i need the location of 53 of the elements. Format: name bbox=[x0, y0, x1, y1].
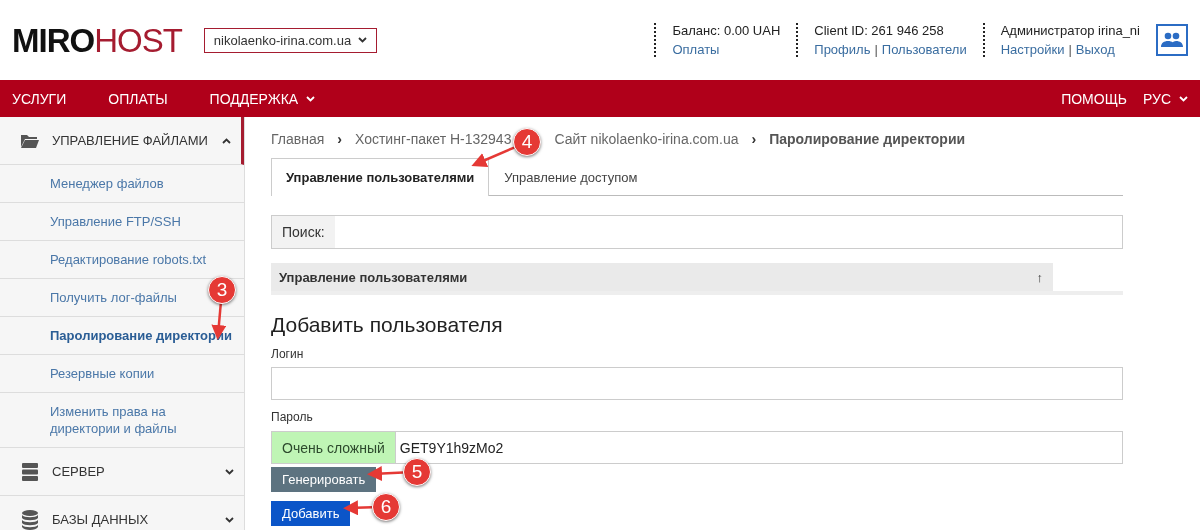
generate-button[interactable]: Генерировать bbox=[271, 467, 377, 492]
header-link[interactable]: Пользователи bbox=[881, 42, 967, 57]
sidebar-item[interactable]: Управление FTP/SSH bbox=[0, 203, 244, 241]
header-link[interactable]: Настройки bbox=[1000, 42, 1065, 57]
header-link[interactable]: Оплаты bbox=[672, 42, 720, 57]
step-badge: 4 bbox=[513, 128, 541, 156]
password-field[interactable]: GET9Y1h9zMo2 bbox=[395, 431, 1123, 464]
strength-indicator: Очень сложный bbox=[271, 431, 396, 464]
caret-icon bbox=[225, 516, 234, 523]
link-separator: | bbox=[874, 42, 878, 57]
breadcrumb-link[interactable]: Главная bbox=[271, 131, 325, 147]
header-link[interactable]: Профиль bbox=[814, 42, 871, 57]
header-link[interactable]: Выход bbox=[1075, 42, 1115, 57]
account-info-text: Администратор irina_ni bbox=[1000, 23, 1140, 38]
pointer-arrow bbox=[343, 500, 373, 516]
account-info-text: Client ID: 261 946 258 bbox=[814, 23, 945, 38]
tab[interactable]: Управление пользователями bbox=[271, 158, 490, 196]
step-badge: 5 bbox=[403, 458, 431, 486]
sidebar-item[interactable]: Резервные копии bbox=[0, 355, 244, 393]
breadcrumb-separator: › bbox=[751, 131, 757, 147]
add-button[interactable]: Добавить bbox=[271, 501, 351, 526]
account-info-text: Баланс: 0.00 UAH bbox=[672, 23, 781, 38]
pointer-arrow bbox=[367, 466, 404, 482]
breadcrumb-link[interactable]: Сайт nikolaenko-irina.com.ua bbox=[554, 131, 739, 147]
folder-icon bbox=[21, 133, 39, 148]
nav-item[interactable]: ПОДДЕРЖКА bbox=[209, 90, 316, 107]
breadcrumb-link[interactable]: Хостинг-пакет Н-132943 bbox=[354, 131, 512, 147]
sidebar-item[interactable]: Менеджер файлов bbox=[0, 165, 244, 203]
form-title: Добавить пользователя bbox=[271, 313, 504, 337]
field-label: Логин bbox=[271, 347, 305, 361]
breadcrumb-separator: › bbox=[337, 131, 342, 147]
database-icon bbox=[22, 509, 38, 530]
caret-icon bbox=[222, 137, 231, 144]
field-label: Пароль bbox=[271, 410, 314, 424]
tab[interactable]: Управление доступом bbox=[489, 158, 653, 195]
site-select[interactable]: nikolaenko-irina.com.ua bbox=[203, 27, 378, 53]
nav-item[interactable]: ОПЛАТЫ bbox=[108, 90, 168, 107]
step-badge: 6 bbox=[372, 493, 400, 521]
login-field[interactable] bbox=[271, 367, 1123, 400]
caret-icon bbox=[358, 37, 368, 43]
link-separator: | bbox=[1068, 42, 1072, 57]
nav-item[interactable]: ПОМОЩЬ bbox=[1061, 90, 1127, 107]
nav-item[interactable]: РУС bbox=[1142, 90, 1188, 107]
server-icon bbox=[22, 462, 38, 481]
nav-item[interactable]: УСЛУГИ bbox=[12, 90, 67, 107]
pointer-arrow bbox=[471, 146, 515, 167]
breadcrumb-current: Паролирование директории bbox=[769, 131, 966, 147]
logo: MIROHOST bbox=[12, 23, 182, 57]
users-icon[interactable] bbox=[1156, 24, 1188, 56]
sidebar-item[interactable]: Паролирование директории bbox=[0, 317, 244, 355]
table-header[interactable]: Управление пользователями ↑ bbox=[271, 263, 1053, 291]
caret-icon bbox=[225, 468, 234, 475]
sidebar-section[interactable]: УПРАВЛЕНИЕ ФАЙЛАМИ bbox=[0, 117, 244, 165]
